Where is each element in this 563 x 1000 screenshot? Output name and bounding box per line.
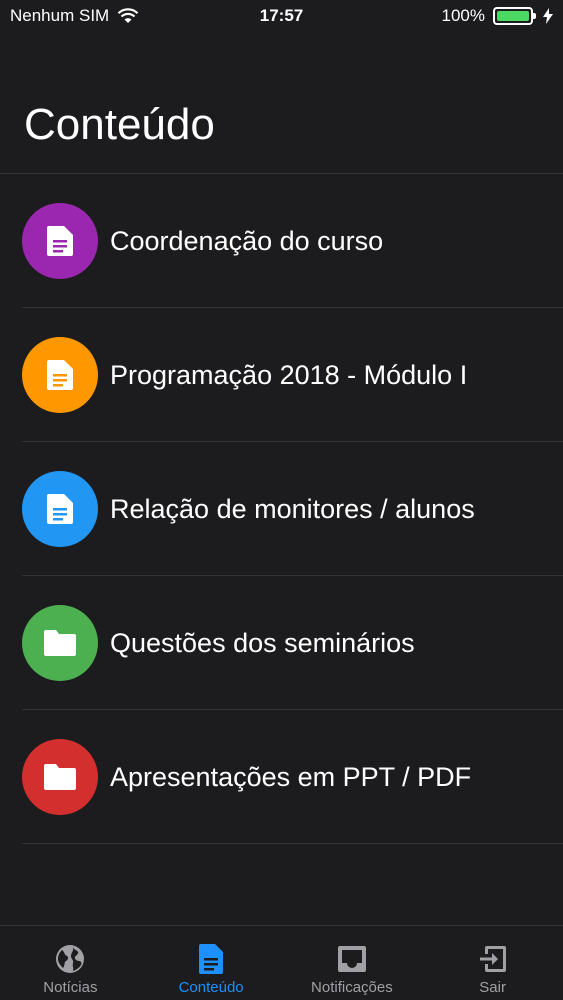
tab-label: Sair: [479, 979, 506, 996]
document-icon: [47, 494, 73, 524]
folder-icon: [44, 764, 76, 790]
item-label: Relação de monitores / alunos: [110, 493, 475, 524]
folder-icon: [44, 630, 76, 656]
content-list: Coordenação do curso Programação 2018 - …: [0, 174, 563, 844]
wifi-icon: [117, 8, 139, 23]
item-icon-circle: [22, 337, 98, 413]
list-item-programacao[interactable]: Programação 2018 - Módulo I: [0, 308, 563, 442]
battery-icon: [493, 7, 536, 25]
item-icon-circle: [22, 471, 98, 547]
status-left: Nenhum SIM: [10, 6, 139, 26]
charging-bolt-icon: [543, 8, 553, 24]
tab-noticias[interactable]: Notícias: [0, 926, 141, 1000]
item-label: Questões dos seminários: [110, 627, 415, 658]
tab-bar: Notícias Conteúdo Notificações Sair: [0, 925, 563, 1000]
status-bar: Nenhum SIM 17:57 100%: [0, 0, 563, 32]
document-icon: [199, 944, 224, 974]
item-label: Coordenação do curso: [110, 225, 384, 256]
list-item-monitores[interactable]: Relação de monitores / alunos: [0, 442, 563, 576]
tab-label: Conteúdo: [178, 979, 244, 996]
battery-fill: [497, 11, 529, 21]
page-title: Conteúdo: [24, 100, 215, 149]
item-label: Programação 2018 - Módulo I: [110, 359, 468, 390]
item-icon-circle: [22, 203, 98, 279]
list-item-coordenacao[interactable]: Coordenação do curso: [0, 174, 563, 308]
tab-conteudo[interactable]: Conteúdo: [141, 926, 282, 1000]
item-icon-circle: [22, 739, 98, 815]
globe-icon: [56, 945, 85, 973]
status-right: 100%: [442, 6, 553, 26]
item-icon-circle: [22, 605, 98, 681]
tab-notificacoes[interactable]: Notificações: [282, 926, 423, 1000]
tab-sair[interactable]: Sair: [422, 926, 563, 1000]
inbox-icon: [337, 946, 366, 972]
exit-icon: [479, 946, 506, 972]
list-item-seminarios[interactable]: Questões dos seminários: [0, 576, 563, 710]
list-item-apresentacoes[interactable]: Apresentações em PPT / PDF: [0, 710, 563, 844]
battery-percent: 100%: [441, 6, 485, 25]
tab-label: Notícias: [43, 979, 98, 996]
item-label: Apresentações em PPT / PDF: [110, 761, 472, 792]
document-icon: [47, 226, 73, 256]
tab-label: Notificações: [311, 979, 393, 996]
carrier-label: Nenhum SIM: [10, 6, 110, 25]
document-icon: [47, 360, 73, 390]
